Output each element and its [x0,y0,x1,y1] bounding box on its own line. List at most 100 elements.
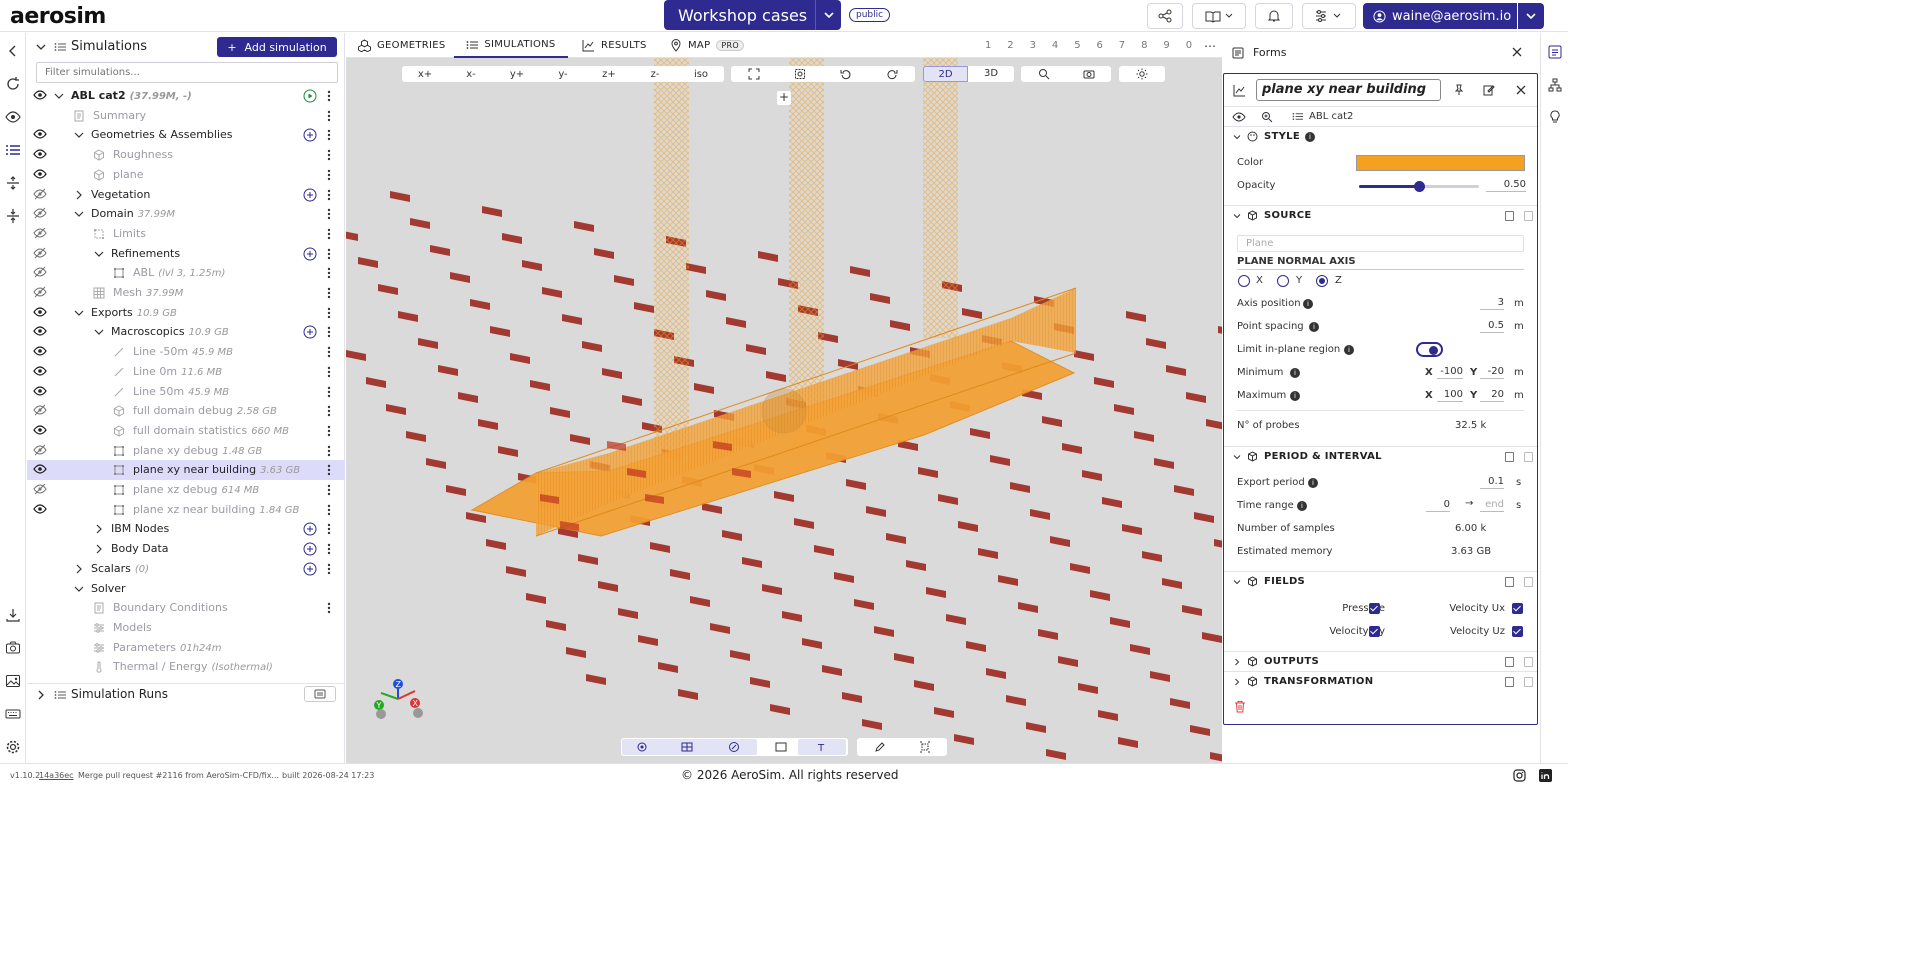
paste-icon[interactable] [1524,677,1533,687]
tree-row[interactable]: IBM Nodes [27,519,345,539]
tree-row[interactable]: plane xy near building 3.63 GB [27,460,345,480]
close-icon[interactable] [1515,84,1527,96]
time-start-input[interactable]: 0 [1426,499,1450,512]
chevron-down-icon[interactable] [73,583,85,595]
tree-row[interactable]: full domain debug 2.58 GB [27,401,345,421]
eye-icon[interactable] [33,128,47,142]
eye-off-icon[interactable] [33,483,47,497]
chevron-down-icon[interactable] [73,208,85,220]
edit-icon[interactable] [1483,84,1495,96]
more-options-icon[interactable] [325,345,333,359]
view-preset-1[interactable]: 2 [1007,40,1013,51]
more-options-icon[interactable] [325,503,333,517]
filter-simulations-input[interactable] [36,62,338,83]
tree-row[interactable]: Summary [27,106,345,126]
view-button[interactable]: y- [540,69,586,80]
info-icon[interactable]: i [1308,478,1318,488]
more-options-icon[interactable] [325,266,333,280]
tab-geometries[interactable]: GEOMETRIES [358,33,448,58]
close-icon[interactable] [1511,46,1523,58]
eye-icon[interactable] [33,325,47,339]
notifications-button[interactable] [1255,3,1293,29]
chevron-right-icon[interactable] [73,189,85,201]
eye-off-icon[interactable] [33,227,47,241]
tree-row[interactable]: Exports 10.9 GB [27,303,345,323]
tree-row[interactable]: Line 50m 45.9 MB [27,382,345,402]
more-options-icon[interactable] [325,148,333,162]
max-y-input[interactable]: 20 [1480,389,1504,402]
axis-position-input[interactable]: 3 [1480,297,1504,310]
more-options-icon[interactable] [325,444,333,458]
rotate-left-icon[interactable] [840,68,852,80]
parent-simulation[interactable]: ABL cat2 [1309,111,1353,122]
collapse-vertical-icon[interactable] [5,208,21,224]
view-preset-4[interactable]: 5 [1074,40,1080,51]
gear-icon[interactable] [5,739,21,755]
eye-off-icon[interactable] [33,286,47,300]
add-item-icon[interactable] [303,128,317,142]
form-name-input[interactable]: plane xy near building [1256,79,1441,101]
eye-icon[interactable] [33,148,47,162]
instagram-icon[interactable] [1513,769,1526,782]
expand-vertical-icon[interactable] [5,175,21,191]
tree-row[interactable]: plane xy debug 1.48 GB [27,441,345,461]
tree-row[interactable]: Roughness [27,145,345,165]
eye-off-icon[interactable] [33,444,47,458]
eye-icon[interactable] [33,463,47,477]
view-preset-5[interactable]: 6 [1097,40,1103,51]
copy-icon[interactable] [1505,577,1514,587]
tree-row[interactable]: plane xz debug 614 MB [27,480,345,500]
axis-z-radio[interactable] [1316,275,1328,287]
tab-results[interactable]: RESULTS [582,33,652,58]
settings-menu-button[interactable] [1302,3,1356,29]
more-options-icon[interactable] [325,424,333,438]
velocity-uz-checkbox[interactable] [1512,626,1523,637]
more-options-icon[interactable] [325,109,333,123]
docs-button[interactable] [1192,3,1246,29]
add-item-icon[interactable] [303,542,317,556]
copy-icon[interactable] [1505,677,1514,687]
linkedin-icon[interactable] [1539,769,1552,782]
trash-icon[interactable] [1234,700,1246,713]
fields-section-header[interactable]: FIELDS [1224,571,1537,591]
more-options-icon[interactable] [325,128,333,142]
source-section-header[interactable]: SOURCE [1224,205,1537,225]
eye-off-icon[interactable] [33,247,47,261]
tree-row[interactable]: Refinements [27,244,345,264]
add-simulation-button[interactable]: + Add simulation [217,37,337,57]
eye-off-icon[interactable] [33,266,47,280]
tree-row[interactable]: Scalars (0) [27,559,345,579]
view-preset-3[interactable]: 4 [1052,40,1058,51]
view-button[interactable]: y+ [494,69,540,80]
more-options-icon[interactable] [325,365,333,379]
eye-icon[interactable] [1232,111,1246,123]
max-x-input[interactable]: 100 [1437,389,1463,402]
tree-row[interactable]: Solver [27,579,345,599]
transformation-section-header[interactable]: TRANSFORMATION [1224,671,1537,691]
eye-icon[interactable] [33,385,47,399]
chevron-down-icon[interactable] [73,307,85,319]
tree-row[interactable]: Models [27,618,345,638]
user-menu-button[interactable]: waine@aerosim.io [1363,3,1517,29]
view-preset-0[interactable]: 1 [985,40,991,51]
more-options-icon[interactable] [325,522,333,536]
more-options-icon[interactable] [325,227,333,241]
tree-row[interactable]: Line 0m 11.6 MB [27,362,345,382]
view-preset-8[interactable]: 9 [1163,40,1169,51]
chevron-right-icon[interactable] [93,523,105,535]
eye-icon[interactable] [33,89,47,103]
axis-x-radio[interactable] [1238,275,1250,287]
scene-canvas[interactable]: Z X Y [346,33,1222,763]
copy-icon[interactable] [1505,211,1514,221]
tree-row[interactable]: Body Data [27,539,345,559]
tree-row[interactable]: Macroscopics 10.9 GB [27,322,345,342]
source-type-select[interactable]: Plane [1237,235,1524,252]
add-item-icon[interactable] [303,325,317,339]
collapse-left-icon[interactable] [5,43,21,59]
info-icon[interactable]: i [1303,299,1313,309]
eye-icon[interactable] [33,306,47,320]
more-options-icon[interactable] [325,306,333,320]
info-icon[interactable]: i [1297,501,1307,511]
more-options-icon[interactable] [325,385,333,399]
add-point-button[interactable]: + [777,91,791,105]
